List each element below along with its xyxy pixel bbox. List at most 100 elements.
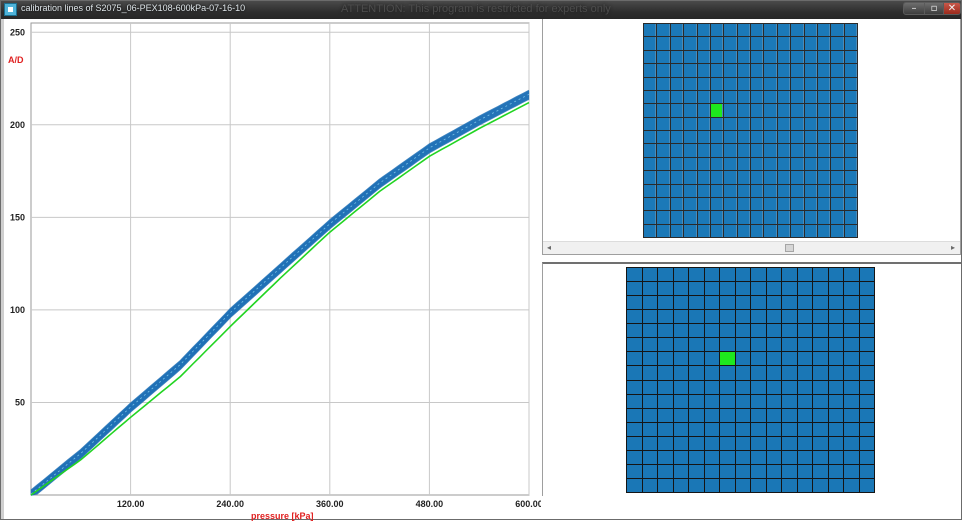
sensor-cell[interactable] (644, 171, 657, 184)
sensor-cell[interactable] (704, 380, 719, 394)
sensor-cell[interactable] (764, 50, 777, 64)
sensor-cell[interactable] (644, 117, 657, 130)
sensor-cell[interactable] (737, 77, 750, 90)
scrollbar-thumb[interactable] (785, 244, 794, 252)
sensor-cell[interactable] (797, 366, 812, 380)
sensor-cell[interactable] (764, 157, 777, 171)
sensor-cell[interactable] (817, 90, 831, 104)
sensor-cell[interactable] (689, 450, 704, 464)
sensor-cell[interactable] (859, 380, 874, 394)
sensor-cell[interactable] (804, 50, 817, 64)
sensor-cell[interactable] (844, 296, 859, 310)
sensor-cell[interactable] (670, 157, 684, 171)
sensor-cell[interactable] (813, 436, 828, 450)
sensor-cell[interactable] (670, 50, 684, 64)
sensor-cell[interactable] (684, 24, 697, 37)
sensor-cell[interactable] (673, 436, 688, 450)
sensor-cell[interactable] (831, 104, 844, 117)
sensor-cell[interactable] (782, 478, 797, 492)
sensor-cell[interactable] (828, 380, 843, 394)
sensor-cell[interactable] (673, 296, 688, 310)
sensor-cell[interactable] (710, 117, 724, 130)
sensor-cell[interactable] (859, 366, 874, 380)
sensor-cell[interactable] (710, 224, 724, 237)
sensor-cell[interactable] (697, 224, 710, 237)
sensor-cell[interactable] (813, 422, 828, 436)
sensor-cell[interactable] (737, 50, 750, 64)
sensor-cell[interactable] (627, 296, 642, 310)
sensor-cell[interactable] (627, 464, 642, 478)
sensor-cell[interactable] (791, 224, 804, 237)
sensor-cell[interactable] (658, 268, 673, 282)
sensor-cell[interactable] (777, 131, 791, 144)
sensor-cell[interactable] (813, 310, 828, 324)
sensor-cell[interactable] (804, 64, 817, 77)
sensor-cell[interactable] (670, 184, 684, 197)
sensor-cell[interactable] (720, 464, 735, 478)
sensor-cell[interactable] (657, 64, 670, 77)
sensor-cell[interactable] (724, 184, 737, 197)
sensor-cell[interactable] (673, 422, 688, 436)
sensor-cell[interactable] (704, 296, 719, 310)
sensor-cell[interactable] (737, 37, 750, 50)
sensor-cell[interactable] (817, 64, 831, 77)
sensor-cell[interactable] (764, 104, 777, 117)
sensor-cell[interactable] (735, 352, 750, 366)
sensor-cell[interactable] (710, 144, 724, 157)
sensor-cell[interactable] (777, 24, 791, 37)
sensor-cell[interactable] (782, 380, 797, 394)
sensor-cell[interactable] (737, 64, 750, 77)
sensor-cell[interactable] (670, 144, 684, 157)
sensor-cell[interactable] (804, 77, 817, 90)
sensor-cell[interactable] (844, 352, 859, 366)
sensor-cell[interactable] (859, 296, 874, 310)
sensor-cell[interactable] (766, 296, 781, 310)
sensor-cell[interactable] (828, 464, 843, 478)
sensor-cell[interactable] (828, 436, 843, 450)
sensor-cell[interactable] (828, 282, 843, 296)
sensor-cell[interactable] (804, 144, 817, 157)
horizontal-scrollbar[interactable]: ◂ ▸ (543, 241, 960, 254)
sensor-cell[interactable] (764, 24, 777, 37)
sensor-cell[interactable] (710, 64, 724, 77)
sensor-cell[interactable] (642, 366, 657, 380)
sensor-cell[interactable] (720, 408, 735, 422)
sensor-cell[interactable] (720, 366, 735, 380)
sensor-cell[interactable] (644, 157, 657, 171)
sensor-cell[interactable] (642, 380, 657, 394)
sensor-cell[interactable] (704, 408, 719, 422)
sensor-cell[interactable] (751, 352, 766, 366)
sensor-cell[interactable] (627, 324, 642, 338)
sensor-cell[interactable] (704, 324, 719, 338)
sensor-cell[interactable] (673, 380, 688, 394)
maximize-button[interactable]: ▫ (924, 2, 944, 15)
sensor-cell[interactable] (804, 104, 817, 117)
sensor-cell[interactable] (782, 464, 797, 478)
sensor-cell[interactable] (657, 37, 670, 50)
sensor-cell[interactable] (670, 24, 684, 37)
sensor-cell[interactable] (704, 478, 719, 492)
sensor-cell[interactable] (766, 352, 781, 366)
sensor-cell[interactable] (724, 117, 737, 130)
sensor-cell[interactable] (737, 184, 750, 197)
sensor-cell[interactable] (831, 224, 844, 237)
sensor-cell[interactable] (704, 464, 719, 478)
sensor-cell[interactable] (797, 282, 812, 296)
sensor-cell[interactable] (689, 366, 704, 380)
sensor-cell[interactable] (737, 171, 750, 184)
sensor-cell[interactable] (859, 478, 874, 492)
sensor-cell[interactable] (859, 464, 874, 478)
sensor-cell[interactable] (704, 366, 719, 380)
sensor-cell[interactable] (684, 104, 697, 117)
sensor-cell[interactable] (828, 296, 843, 310)
sensor-cell[interactable] (627, 436, 642, 450)
sensor-cell[interactable] (831, 77, 844, 90)
sensor-cell[interactable] (751, 422, 766, 436)
sensor-cell[interactable] (813, 380, 828, 394)
sensor-cell[interactable] (724, 77, 737, 90)
sensor-cell[interactable] (735, 464, 750, 478)
sensor-cell[interactable] (697, 50, 710, 64)
sensor-cell[interactable] (657, 24, 670, 37)
sensor-cell[interactable] (751, 380, 766, 394)
sensor-cell[interactable] (828, 450, 843, 464)
